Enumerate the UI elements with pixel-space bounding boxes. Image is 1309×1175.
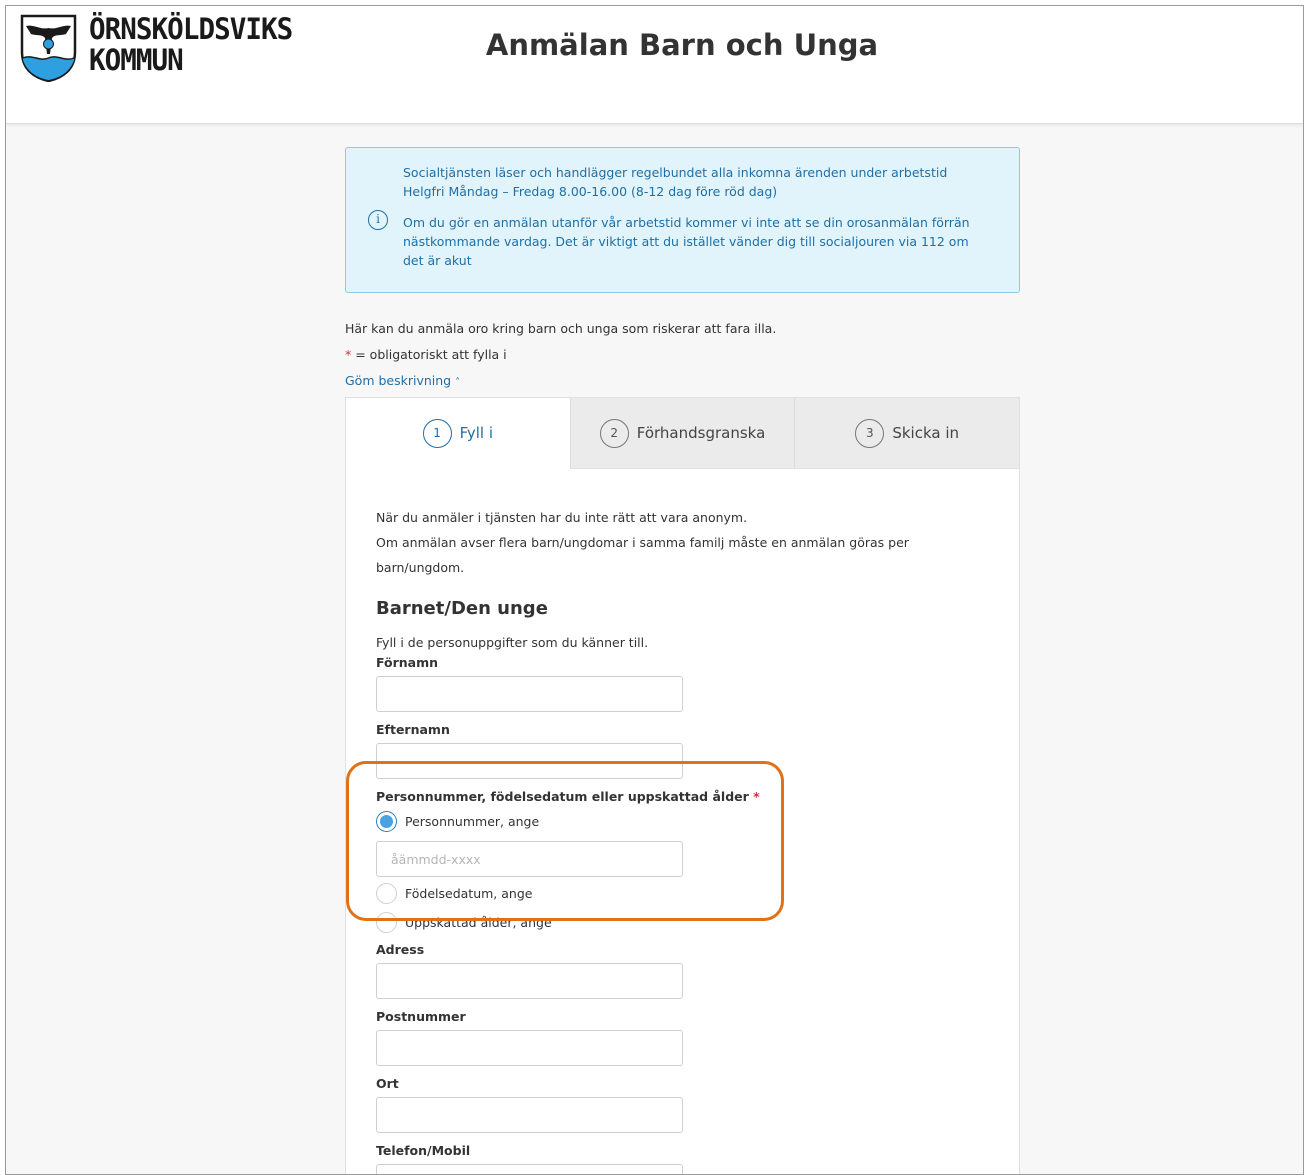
main-content: i Socialtjänsten läser och handlägger re… <box>345 147 1020 1174</box>
info-paragraph-after-hours: Om du gör en anmälan utanför vår arbetst… <box>403 215 970 268</box>
browser-frame: ÖRNSKÖLDSVIKS KOMMUN Anmälan Barn och Un… <box>5 5 1304 1175</box>
required-star: * <box>753 789 760 804</box>
radio-estimated-age[interactable]: Uppskattad ålder, ange <box>376 908 989 937</box>
step-tabs: 1 Fyll i 2 Förhandsgranska 3 Skicka in <box>346 398 1020 469</box>
required-legend: * = obligatoriskt att fylla i <box>345 342 1020 368</box>
radio-personnummer-label: Personnummer, ange <box>405 814 540 829</box>
site-header: ÖRNSKÖLDSVIKS KOMMUN Anmälan Barn och Un… <box>6 6 1303 124</box>
postal-code-input[interactable] <box>376 1030 683 1066</box>
section-hint: Fyll i de personuppgifter som du känner … <box>376 635 649 650</box>
phone-label: Telefon/Mobil <box>376 1143 471 1158</box>
radio-personnummer[interactable]: Personnummer, ange <box>376 807 989 836</box>
postal-code-label: Postnummer <box>376 1009 466 1024</box>
step-number: 3 <box>855 418 885 448</box>
anonymity-note: När du anmäler i tjänsten har du inte rä… <box>376 510 748 525</box>
form-card: 1 Fyll i 2 Förhandsgranska 3 Skicka in N… <box>345 397 1020 1174</box>
last-name-input[interactable] <box>376 743 683 779</box>
last-name-label: Efternamn <box>376 722 450 737</box>
per-child-note: Om anmälan avser flera barn/ungdomar i s… <box>376 535 909 575</box>
city-input[interactable] <box>376 1097 683 1133</box>
step-label: Förhandsgranska <box>636 424 766 442</box>
step-submit[interactable]: 3 Skicka in <box>794 398 1020 468</box>
radio-birthdate[interactable]: Födelsedatum, ange <box>376 879 989 908</box>
step-label: Fyll i <box>459 424 494 442</box>
phone-input[interactable] <box>376 1164 683 1174</box>
personnummer-input[interactable] <box>376 841 683 877</box>
info-icon: i <box>368 210 388 230</box>
form-body: När du anmäler i tjänsten har du inte rä… <box>346 469 1019 1174</box>
identity-label-text: Personnummer, födelsedatum eller uppskat… <box>376 789 749 804</box>
step-label: Skicka in <box>892 424 960 442</box>
step-fill-in[interactable]: 1 Fyll i <box>346 398 570 469</box>
identity-label: Personnummer, födelsedatum eller uppskat… <box>376 787 989 807</box>
info-paragraph-hours: Socialtjänsten läser och handlägger rege… <box>403 165 948 199</box>
step-number: 2 <box>599 418 629 448</box>
radio-estimated-age-label: Uppskattad ålder, ange <box>405 915 552 930</box>
section-title-child: Barnet/Den unge <box>376 598 548 619</box>
radio-button[interactable] <box>376 883 397 904</box>
required-legend-text: = obligatoriskt att fylla i <box>351 347 507 362</box>
page-title: Anmälan Barn och Unga <box>485 28 879 62</box>
address-input[interactable] <box>376 963 683 999</box>
step-number: 1 <box>422 418 452 448</box>
hide-description-label: Göm beskrivning <box>345 373 452 388</box>
radio-button[interactable] <box>376 912 397 933</box>
intro-section: Här kan du anmäla oro kring barn och ung… <box>345 316 1020 396</box>
first-name-input[interactable] <box>376 676 683 712</box>
hide-description-link[interactable]: Göm beskrivning ˄ <box>345 368 460 396</box>
radio-button-checked[interactable] <box>376 811 397 832</box>
city-label: Ort <box>376 1076 399 1091</box>
first-name-label: Förnamn <box>376 655 439 670</box>
radio-birthdate-label: Födelsedatum, ange <box>405 886 533 901</box>
step-preview[interactable]: 2 Förhandsgranska <box>569 398 795 468</box>
info-alert: i Socialtjänsten läser och handlägger re… <box>345 147 1020 293</box>
address-label: Adress <box>376 942 425 957</box>
chevron-up-icon: ˄ <box>455 377 461 388</box>
intro-text: Här kan du anmäla oro kring barn och ung… <box>345 321 777 336</box>
